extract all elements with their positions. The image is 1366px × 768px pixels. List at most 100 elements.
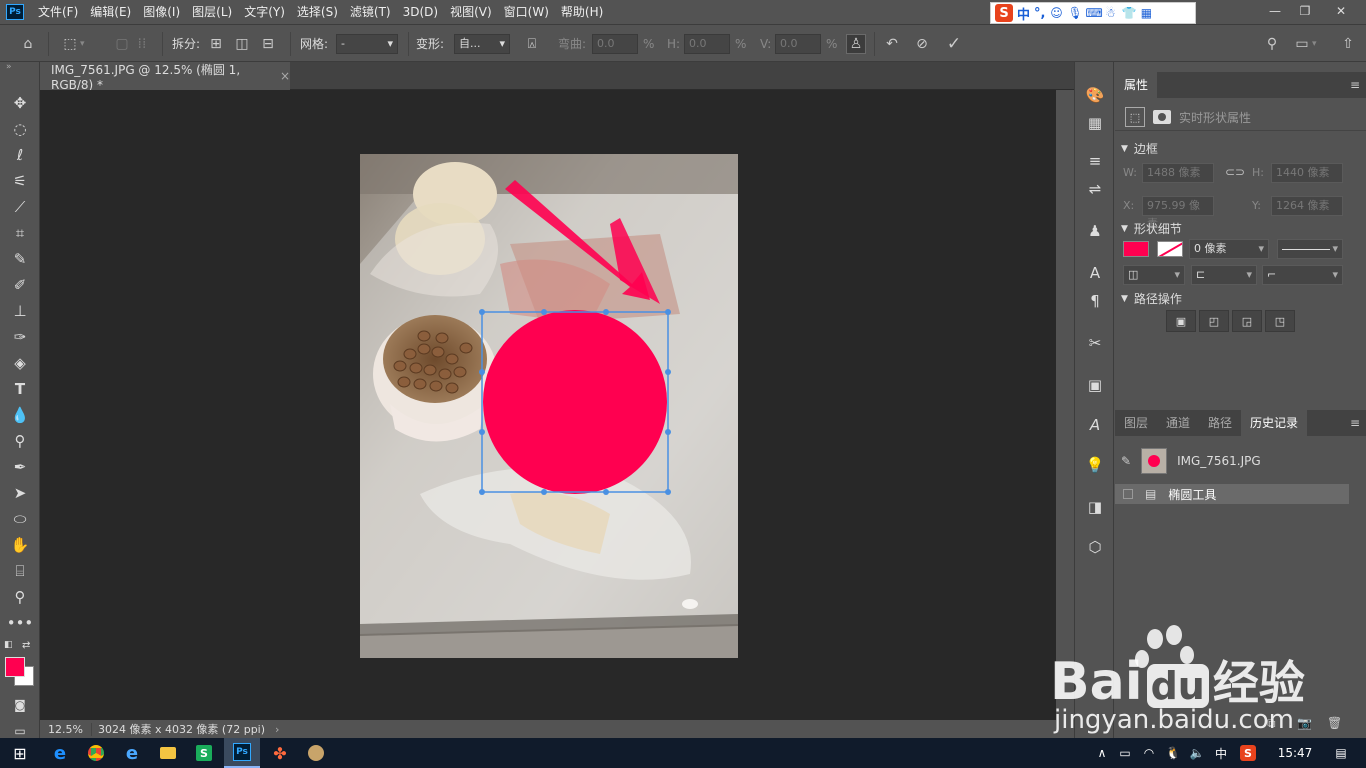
x-field[interactable]: 975.99 像素 [1142, 196, 1214, 230]
tab-history[interactable]: 历史记录 [1241, 410, 1308, 436]
split-horizontal-button[interactable]: ⊟ [258, 25, 278, 62]
menu-3d[interactable]: 3D(D) [397, 0, 444, 24]
zoom-tool-icon[interactable]: ⚲ [8, 586, 32, 608]
puppet-warp-button[interactable]: ♙ [846, 25, 866, 62]
navigator-icon[interactable]: ▣ [1084, 374, 1106, 396]
path-selection-icon[interactable]: ➤ [8, 482, 32, 504]
chrome-icon[interactable] [78, 738, 114, 768]
game-app-icon[interactable] [298, 738, 334, 768]
swatches-grid-icon[interactable]: ▦ [1084, 112, 1106, 134]
shape-section-header[interactable]: ▼ 形状细节 [1121, 220, 1182, 237]
split-vertical-button[interactable]: ◫ [232, 25, 252, 62]
clock[interactable]: 15:47 [1270, 738, 1320, 768]
notifications-icon[interactable]: ▤ [1326, 738, 1356, 768]
info-menu-arrow[interactable]: › [271, 723, 283, 736]
marquee-tool-icon[interactable]: ◌ [8, 118, 32, 140]
width-field[interactable]: 1488 像素 [1142, 163, 1214, 183]
ime-toolbar[interactable]: S 中 °, ☺ 🎙 ⌨ ☃ 👕 ▦ [990, 2, 1196, 24]
photoshop-taskbar-icon[interactable]: Ps [224, 738, 260, 768]
path-ops-section-header[interactable]: ▼ 路径操作 [1121, 290, 1182, 307]
stroke-corners-select[interactable]: ⌐ ▾ [1262, 265, 1343, 285]
eyedropper-icon[interactable]: ⟋ [8, 196, 32, 218]
glyphs-icon[interactable]: A [1084, 414, 1106, 436]
link-icon[interactable]: ⊂⊃ [1225, 165, 1245, 179]
learn-icon[interactable]: 💡 [1084, 454, 1106, 476]
undo-button[interactable]: ↶ [882, 25, 902, 62]
hand-tool-icon[interactable]: ✋ [8, 534, 32, 556]
pen-tool-icon[interactable]: ✒ [8, 456, 32, 478]
subtract-shape-button[interactable]: ◰ [1199, 310, 1229, 332]
paint-bucket-icon[interactable]: ◈ [8, 352, 32, 374]
character-icon[interactable]: A [1084, 262, 1106, 284]
menu-view[interactable]: 视图(V) [444, 0, 498, 24]
close-button[interactable]: ✕ [1326, 0, 1356, 22]
dodge-tool-icon[interactable]: ⚲ [8, 430, 32, 452]
move-tool-icon[interactable]: ✥ [8, 92, 32, 114]
sogou-tray-icon[interactable]: S [1238, 738, 1258, 768]
adjustments-icon[interactable]: ⇌ [1084, 178, 1106, 200]
magic-wand-icon[interactable]: ⚟ [8, 170, 32, 192]
volume-icon[interactable]: 🔈 [1188, 738, 1206, 768]
document-tab[interactable]: IMG_7561.JPG @ 12.5% (椭圆 1, RGB/8) * × [40, 62, 290, 92]
battery-icon[interactable]: ▭ [1116, 738, 1134, 768]
3d-cube-icon[interactable]: ⬡ [1084, 536, 1106, 558]
wifi-icon[interactable]: ◠ [1140, 738, 1158, 768]
keyboard-icon[interactable]: ⌨ [1085, 6, 1102, 20]
stamp-tool-icon[interactable]: ⊥ [8, 300, 32, 322]
canvas-area[interactable] [40, 90, 1056, 720]
brush-settings-icon[interactable]: ≡ [1084, 150, 1106, 172]
menu-edit[interactable]: 编辑(E) [84, 0, 137, 24]
close-tab-button[interactable]: × [280, 69, 290, 83]
file-explorer-icon[interactable] [150, 738, 186, 768]
lasso-tool-icon[interactable]: ℓ [8, 144, 32, 166]
sogou-icon[interactable]: S [995, 4, 1013, 22]
clone-source-icon[interactable]: ♟ [1084, 220, 1106, 242]
combine-shapes-button[interactable]: ▣ [1166, 310, 1196, 332]
split-cross-button[interactable]: ⊞ [206, 25, 226, 62]
collapse-icon[interactable]: » [6, 62, 12, 72]
photo-image[interactable] [360, 154, 738, 658]
healing-brush-icon[interactable]: ✎ [8, 248, 32, 270]
mask-properties-icon[interactable] [1153, 110, 1171, 124]
emoji-icon[interactable]: ☺ [1049, 6, 1063, 20]
windows-start-button[interactable]: ⊞ [2, 738, 38, 768]
warp-orientation-button[interactable]: ⍓ [522, 25, 542, 62]
more-tools-icon[interactable]: ••• [7, 612, 34, 634]
zoom-level[interactable]: 12.5% [40, 722, 92, 736]
user-icon[interactable]: ☃ [1103, 6, 1117, 20]
grid-icon[interactable]: ▦ [1139, 6, 1153, 20]
history-source-checkbox[interactable] [1123, 489, 1133, 499]
stroke-style-select[interactable]: ▾ [1277, 239, 1343, 259]
menu-help[interactable]: 帮助(H) [555, 0, 609, 24]
quick-mask-icon[interactable]: ◙ [8, 694, 32, 716]
stroke-color-swatch[interactable] [1157, 241, 1183, 257]
paragraph-icon[interactable]: ¶ [1084, 290, 1106, 312]
shirt-icon[interactable]: 👕 [1121, 6, 1136, 20]
type-tool-icon[interactable]: T [8, 378, 32, 400]
menu-window[interactable]: 窗口(W) [498, 0, 555, 24]
shape-properties-icon[interactable]: ⬚ [1125, 107, 1145, 127]
exclude-shapes-button[interactable]: ◳ [1265, 310, 1295, 332]
wps-icon[interactable]: S [186, 738, 222, 768]
blur-tool-icon[interactable]: 💧 [8, 404, 32, 426]
menu-select[interactable]: 选择(S) [291, 0, 344, 24]
tab-paths[interactable]: 路径 [1199, 410, 1241, 436]
tab-layers[interactable]: 图层 [1115, 410, 1157, 436]
stroke-caps-select[interactable]: ⊏ ▾ [1191, 265, 1257, 285]
bend-input[interactable]: 0.0 [592, 25, 638, 62]
stroke-align-select[interactable]: ◫ ▾ [1123, 265, 1185, 285]
menu-filter[interactable]: 滤镜(T) [344, 0, 397, 24]
warp-select[interactable]: 自... ▾ [454, 25, 510, 62]
workspace-button[interactable]: ▭ ▾ [1292, 25, 1316, 62]
search-button[interactable]: ⚲ [1262, 25, 1282, 62]
crop-tool-icon[interactable]: ⌗ [8, 222, 32, 244]
panel-menu-icon[interactable]: ≡ [1350, 78, 1360, 92]
menu-type[interactable]: 文字(Y) [238, 0, 291, 24]
y-field[interactable]: 1264 像素 [1271, 196, 1343, 216]
menu-layer[interactable]: 图层(L) [186, 0, 238, 24]
v-input[interactable]: 0.0 [775, 25, 821, 62]
history-brush-icon[interactable]: ✑ [8, 326, 32, 348]
ellipse-tool-icon[interactable]: ⬭ [8, 508, 32, 530]
commit-transform-button[interactable]: ✓ [944, 25, 964, 62]
transform-preset-button[interactable]: ⬚ ▾ [60, 25, 84, 62]
